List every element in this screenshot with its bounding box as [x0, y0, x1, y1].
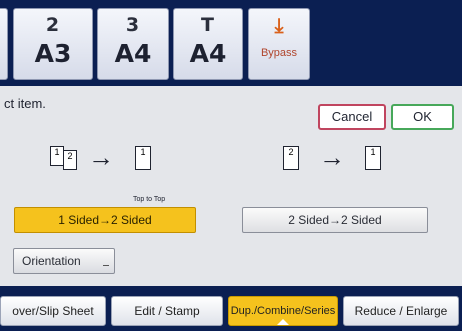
- paper-tray-bar: 2 A3 3 A4 T A4 ⤓ Bypass: [0, 0, 462, 86]
- arrow-icon: →: [88, 142, 114, 172]
- duplex-page-icon-source: 2: [283, 146, 299, 170]
- tray-t-number: T: [201, 14, 215, 36]
- tray-1-partial[interactable]: [0, 8, 8, 80]
- tab-dup-combine-series[interactable]: Dup./Combine/Series: [228, 296, 338, 326]
- tab-cover-slip-sheet[interactable]: over/Slip Sheet: [0, 296, 106, 326]
- arrow-icon: →: [319, 142, 345, 172]
- tray-2-button[interactable]: 2 A3: [13, 8, 93, 80]
- tray-3-size: A4: [114, 39, 152, 68]
- ok-button[interactable]: OK: [391, 104, 454, 130]
- bypass-button[interactable]: ⤓ Bypass: [248, 8, 310, 80]
- tray-t-button[interactable]: T A4: [173, 8, 243, 80]
- tray-2-number: 2: [45, 14, 61, 36]
- tray-3-number: 3: [125, 14, 141, 36]
- bypass-label: Bypass: [260, 47, 298, 59]
- single-page-icon-1: 1: [50, 146, 64, 166]
- instruction-message: ct item.: [4, 96, 46, 111]
- tab-edit-stamp[interactable]: Edit / Stamp: [111, 296, 223, 326]
- duplex-page-icon-target: 1: [365, 146, 381, 170]
- orientation-button[interactable]: Orientation: [13, 248, 115, 274]
- one-sided-to-two-sided-button[interactable]: 1 Sided→2 Sided: [14, 207, 196, 233]
- orientation-label: Orientation: [22, 254, 81, 268]
- active-tab-indicator: [276, 319, 290, 325]
- bypass-tray-icon: ⤓: [274, 15, 284, 37]
- tab-dup-combine-series-label: Dup./Combine/Series: [230, 305, 336, 317]
- tray-t-size: A4: [189, 39, 227, 68]
- cancel-button[interactable]: Cancel: [318, 104, 386, 130]
- tray-3-button[interactable]: 3 A4: [97, 8, 169, 80]
- top-to-top-caption: Top to Top: [133, 196, 166, 203]
- duplex-page-icon: 1: [135, 146, 151, 170]
- two-sided-to-two-sided-button[interactable]: 2 Sided→2 Sided: [242, 207, 428, 233]
- more-options-icon: [103, 259, 109, 266]
- tray-2-size: A3: [34, 39, 72, 68]
- single-page-icon-2: 2: [63, 150, 77, 170]
- tab-reduce-enlarge[interactable]: Reduce / Enlarge: [343, 296, 459, 326]
